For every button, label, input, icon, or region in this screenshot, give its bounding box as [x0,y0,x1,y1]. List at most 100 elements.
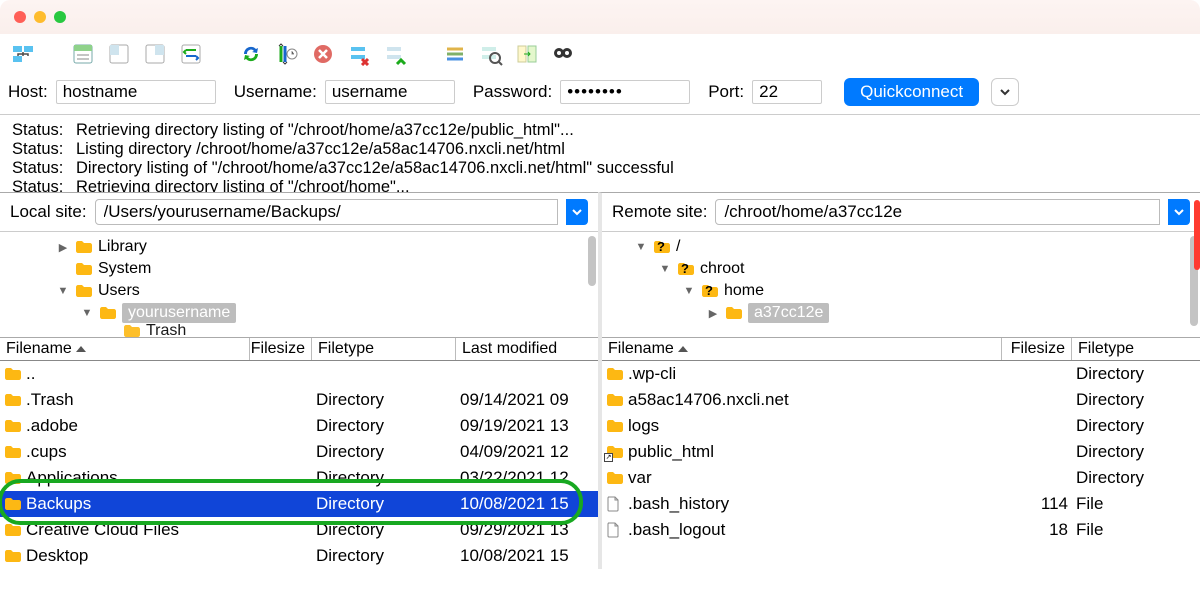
search-icon[interactable] [476,39,506,69]
disconnect-icon[interactable] [344,39,374,69]
tree-item[interactable]: ▼?chroot [602,258,1200,280]
file-row[interactable]: ApplicationsDirectory03/22/2021 12 [0,465,598,491]
window-titlebar [0,0,1200,34]
find-icon[interactable] [548,39,578,69]
tree-item[interactable]: System [0,258,598,280]
port-label: Port: [708,82,744,102]
password-input[interactable] [560,80,690,104]
file-size: 114 [1002,494,1072,514]
port-input[interactable] [752,80,822,104]
minimize-window-dot[interactable] [34,11,46,23]
filter-icon[interactable] [440,39,470,69]
local-tree[interactable]: ▶Library System ▼Users▼yourusernameTrash [0,231,598,337]
tree-item[interactable]: ▶Library [0,236,598,258]
folder-icon [4,548,22,564]
tree-item-label: chroot [700,260,744,278]
remote-site-dropdown[interactable] [1168,199,1190,225]
scrollbar[interactable] [588,236,596,286]
tree-toggle[interactable]: ▶ [56,241,70,254]
tree-toggle[interactable]: ▶ [706,307,720,320]
tree-item-label: System [98,260,151,278]
file-name: Creative Cloud Files [26,520,179,540]
file-modified: 03/22/2021 12 [456,468,598,488]
folder-icon [4,470,22,486]
col-filesize[interactable]: Filesize [1002,338,1072,360]
tree-item[interactable]: ▼yourusername [0,302,598,324]
remote-tree[interactable]: ▼?/▼?chroot▼?home▶a37cc12e [602,231,1200,337]
site-manager-icon[interactable] [8,39,38,69]
tree-toggle[interactable]: ▼ [80,307,94,319]
log-row: Status:Directory listing of "/chroot/hom… [12,159,1188,178]
col-modified[interactable]: Last modified [456,338,598,360]
log-label: Status: [12,140,76,159]
local-columns[interactable]: Filename Filesize Filetype Last modified [0,337,598,361]
col-filesize[interactable]: Filesize [250,338,312,360]
local-file-list[interactable]: .. .TrashDirectory09/14/2021 09.adobeDire… [0,361,598,569]
local-site-input[interactable] [95,199,558,225]
folder-icon [4,366,22,382]
cancel-icon[interactable] [308,39,338,69]
file-name: Applications [26,468,118,488]
file-icon [606,522,624,538]
file-row[interactable]: Creative Cloud FilesDirectory09/29/2021 … [0,517,598,543]
toggle-remote-tree-icon[interactable] [140,39,170,69]
log-row: Status:Retrieving directory listing of "… [12,121,1188,140]
file-row[interactable]: .cupsDirectory04/09/2021 12 [0,439,598,465]
tree-item[interactable]: ▶a37cc12e [602,302,1200,324]
tree-item[interactable]: ▼Users [0,280,598,302]
process-queue-icon[interactable] [272,39,302,69]
file-row[interactable]: DesktopDirectory10/08/2021 15 [0,543,598,569]
col-filetype[interactable]: Filetype [312,338,456,360]
host-input[interactable] [56,80,216,104]
refresh-icon[interactable] [236,39,266,69]
zoom-window-dot[interactable] [54,11,66,23]
file-row[interactable]: ↗public_htmlDirectory [602,439,1200,465]
toggle-queue-icon[interactable] [176,39,206,69]
password-label: Password: [473,82,552,102]
toggle-log-icon[interactable] [68,39,98,69]
reconnect-icon[interactable] [380,39,410,69]
col-filetype[interactable]: Filetype [1072,338,1200,360]
file-row[interactable]: .bash_logout18File [602,517,1200,543]
file-row[interactable]: .TrashDirectory09/14/2021 09 [0,387,598,413]
quickconnect-history-dropdown[interactable] [991,78,1019,106]
quickconnect-button[interactable]: Quickconnect [844,78,979,106]
file-type: File [1072,520,1162,540]
remote-columns[interactable]: Filename Filesize Filetype [602,337,1200,361]
tree-toggle[interactable]: ▼ [682,285,696,297]
tree-item[interactable]: ▼?home [602,280,1200,302]
tree-item[interactable]: ▼?/ [602,236,1200,258]
file-row[interactable]: .bash_history114File [602,491,1200,517]
file-row[interactable]: .adobeDirectory09/19/2021 13 [0,413,598,439]
compare-icon[interactable] [512,39,542,69]
col-filename[interactable]: Filename [602,338,1002,360]
folder-icon [725,306,743,320]
tree-toggle[interactable]: ▼ [658,263,672,275]
tree-toggle[interactable]: ▼ [634,241,648,253]
remote-pane: Remote site: ▼?/▼?chroot▼?home▶a37cc12e … [598,192,1200,569]
local-site-dropdown[interactable] [566,199,588,225]
log-message: Listing directory /chroot/home/a37cc12e/… [76,140,1188,159]
file-row[interactable]: BackupsDirectory10/08/2021 15 [0,491,598,517]
toggle-local-tree-icon[interactable] [104,39,134,69]
file-row[interactable]: .. [0,361,598,387]
remote-file-list[interactable]: .wp-cliDirectorya58ac14706.nxcli.netDire… [602,361,1200,543]
file-modified: 09/19/2021 13 [456,416,598,436]
close-window-dot[interactable] [14,11,26,23]
username-input[interactable] [325,80,455,104]
remote-site-input[interactable] [715,199,1160,225]
col-filename[interactable]: Filename [0,338,250,360]
file-name: .. [26,364,35,384]
folder-icon: ↗ [606,444,624,460]
folder-icon [75,240,93,254]
file-row[interactable]: .wp-cliDirectory [602,361,1200,387]
folder-icon [606,470,624,486]
tree-toggle[interactable]: ▼ [56,285,70,297]
file-row[interactable]: a58ac14706.nxcli.netDirectory [602,387,1200,413]
folder-icon [606,392,624,408]
tree-item[interactable]: Trash [0,324,598,337]
remote-site-label: Remote site: [612,202,707,222]
window-scrollbar[interactable] [1194,200,1200,270]
file-row[interactable]: logsDirectory [602,413,1200,439]
file-row[interactable]: varDirectory [602,465,1200,491]
